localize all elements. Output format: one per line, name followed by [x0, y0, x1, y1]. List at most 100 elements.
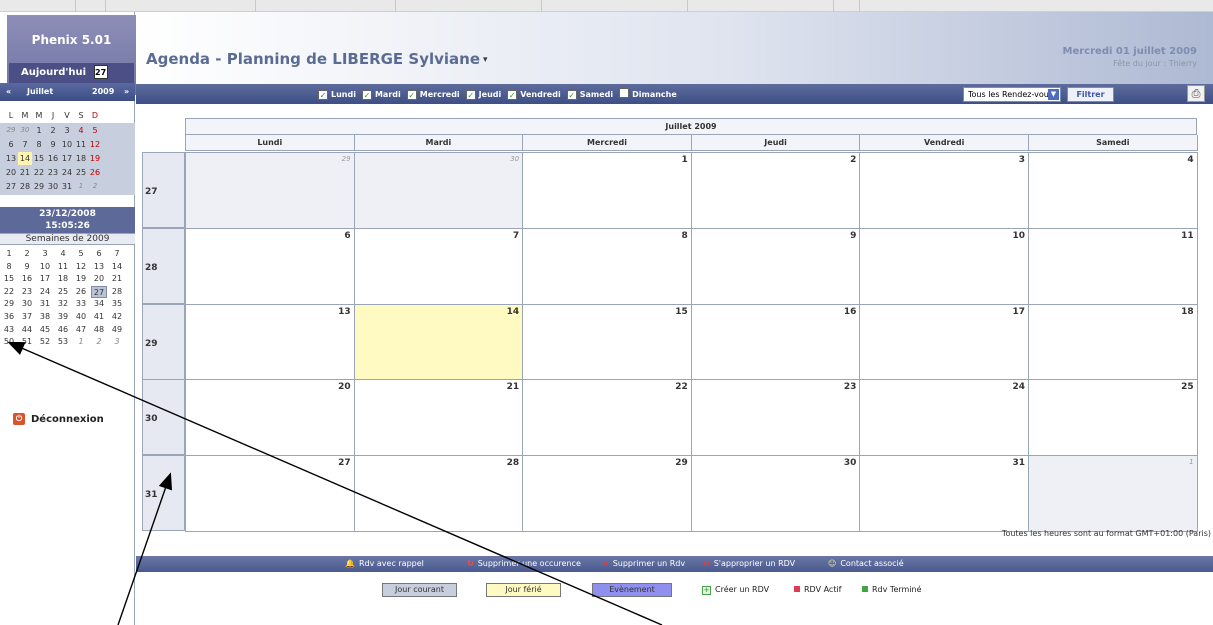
browser-tab[interactable]	[76, 0, 106, 12]
day-cell[interactable]: 24	[859, 379, 1029, 457]
day-cell[interactable]: 2	[690, 152, 861, 229]
week-link[interactable]: 23	[19, 286, 35, 298]
week-link[interactable]: 21	[109, 273, 125, 285]
week-link[interactable]: 22	[1, 286, 17, 298]
week-link[interactable]: 8	[1, 261, 17, 273]
day-cell[interactable]: 30	[690, 455, 861, 532]
week-link[interactable]: 41	[91, 311, 107, 323]
mini-calendar-day[interactable]: 26	[88, 166, 102, 179]
day-cell[interactable]: 4	[1028, 152, 1198, 229]
browser-tab[interactable]	[688, 0, 834, 12]
day-checkbox-lundi[interactable]: ✓ Lundi	[318, 90, 356, 100]
checkbox-icon[interactable]: ✓	[465, 90, 476, 100]
day-cell[interactable]: 22	[522, 379, 692, 457]
filter-button[interactable]: Filtrer	[1067, 87, 1114, 102]
page-title[interactable]: Agenda - Planning de LIBERGE Sylviane ▾	[146, 50, 488, 68]
checkbox-icon[interactable]: ✓	[318, 90, 328, 100]
week-number[interactable]: 29	[142, 303, 185, 380]
week-link[interactable]: 28	[109, 286, 125, 298]
mini-calendar-day[interactable]: 29	[4, 124, 18, 137]
week-link[interactable]: 38	[37, 311, 53, 323]
mini-calendar-day[interactable]: 28	[18, 180, 32, 193]
week-link[interactable]: 19	[73, 273, 89, 285]
mini-calendar-day[interactable]: 19	[88, 152, 102, 165]
mini-calendar-day[interactable]: 2	[88, 180, 102, 193]
browser-tab[interactable]	[106, 0, 256, 12]
checkbox-icon[interactable]	[619, 88, 630, 98]
browser-tab[interactable]	[396, 0, 542, 12]
mini-calendar-day[interactable]: 13	[4, 152, 18, 165]
week-link[interactable]: 48	[91, 324, 107, 336]
mini-calendar-day[interactable]: 10	[60, 138, 74, 151]
week-link[interactable]: 31	[37, 298, 53, 310]
mini-calendar-day[interactable]: 24	[60, 166, 74, 179]
week-link[interactable]: 51	[19, 336, 35, 348]
day-cell[interactable]: 7	[353, 227, 524, 305]
next-month-button[interactable]: »	[124, 83, 129, 101]
week-link[interactable]: 11	[55, 261, 71, 273]
day-cell[interactable]: 1	[1028, 455, 1198, 532]
mini-calendar-day[interactable]: 2	[46, 124, 60, 137]
day-cell[interactable]: 3	[859, 152, 1029, 229]
week-link[interactable]: 5	[73, 248, 89, 260]
week-link[interactable]: 32	[55, 298, 71, 310]
week-link[interactable]: 2	[19, 248, 35, 260]
mini-calendar-day[interactable]: 25	[74, 166, 88, 179]
day-checkbox-mercredi[interactable]: ✓ Mercredi	[406, 90, 460, 100]
week-link[interactable]: 4	[55, 248, 71, 260]
week-link[interactable]: 2	[91, 336, 107, 348]
chevron-down-icon[interactable]: ▼	[1048, 89, 1059, 100]
day-cell[interactable]: 18	[1028, 303, 1198, 381]
browser-tab[interactable]	[0, 0, 76, 12]
mini-calendar-day[interactable]: 23	[46, 166, 60, 179]
mini-calendar-day[interactable]: 17	[60, 152, 74, 165]
mini-calendar-day[interactable]: 4	[74, 124, 88, 137]
week-link[interactable]: 17	[37, 273, 53, 285]
day-cell[interactable]: 11	[1028, 227, 1198, 305]
week-link[interactable]: 9	[19, 261, 35, 273]
checkbox-icon[interactable]: ✓	[361, 90, 372, 100]
week-link[interactable]: 25	[55, 286, 71, 298]
week-link[interactable]: 1	[73, 336, 89, 348]
mini-calendar-day[interactable]: 18	[74, 152, 88, 165]
week-link[interactable]: 15	[1, 273, 17, 285]
day-checkbox-vendredi[interactable]: ✓ Vendredi	[507, 90, 561, 100]
day-cell[interactable]: 21	[353, 379, 524, 457]
mini-calendar-day[interactable]: 14	[18, 152, 32, 165]
day-cell[interactable]: 29	[185, 152, 355, 229]
day-checkbox-jeudi[interactable]: ✓ Jeudi	[465, 90, 501, 100]
mini-calendar-day[interactable]: 15	[32, 152, 46, 165]
day-cell[interactable]: 31	[859, 455, 1029, 532]
week-link[interactable]: 50	[1, 336, 17, 348]
week-link[interactable]: 40	[73, 311, 89, 323]
mini-calendar-day[interactable]: 8	[32, 138, 46, 151]
week-link[interactable]: 1	[1, 248, 17, 260]
day-cell[interactable]: 13	[185, 303, 355, 381]
week-link[interactable]: 49	[109, 324, 125, 336]
week-link[interactable]: 26	[73, 286, 89, 298]
checkbox-icon[interactable]: ✓	[566, 90, 577, 100]
mini-calendar-day[interactable]: 22	[32, 166, 46, 179]
week-number[interactable]: 27	[142, 152, 185, 228]
week-link[interactable]: 35	[109, 298, 125, 310]
mini-calendar-day[interactable]: 12	[88, 138, 102, 151]
week-link[interactable]: 43	[1, 324, 17, 336]
week-link[interactable]: 53	[55, 336, 71, 348]
day-cell[interactable]: 20	[185, 379, 355, 457]
browser-tab[interactable]	[542, 0, 688, 12]
day-cell[interactable]: 8	[522, 227, 692, 305]
create-rdv-button[interactable]: + Créer un RDV	[702, 585, 769, 595]
week-link[interactable]: 13	[91, 261, 107, 273]
week-link[interactable]: 14	[109, 261, 125, 273]
day-cell[interactable]: 15	[522, 303, 692, 381]
day-cell[interactable]: 6	[185, 227, 355, 305]
week-link[interactable]: 27	[91, 285, 107, 298]
day-checkbox-dimanche[interactable]: Dimanche	[619, 88, 677, 99]
week-link[interactable]: 46	[55, 324, 71, 336]
day-cell[interactable]: 29	[522, 455, 692, 532]
mini-calendar-day[interactable]: 1	[32, 124, 46, 137]
week-link[interactable]: 20	[91, 273, 107, 285]
week-link[interactable]: 29	[1, 298, 17, 310]
day-cell[interactable]: 27	[185, 455, 355, 532]
week-link[interactable]: 52	[37, 336, 53, 348]
